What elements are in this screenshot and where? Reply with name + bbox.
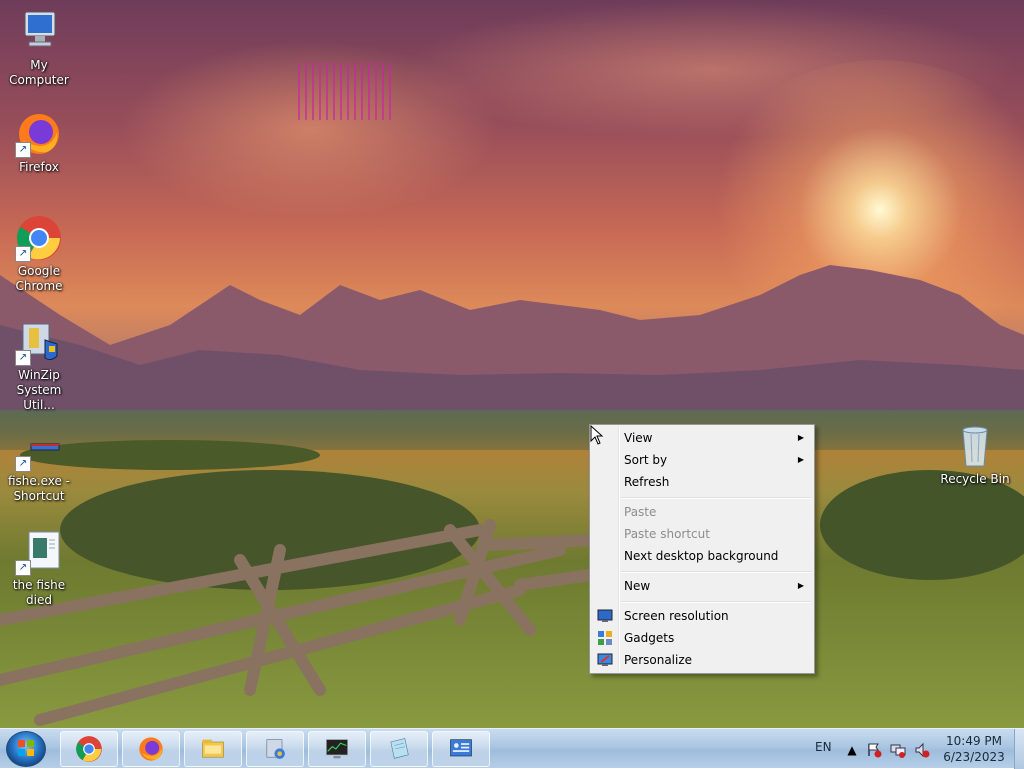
recycle-bin-icon <box>951 422 999 470</box>
menu-separator <box>621 497 811 499</box>
desktop-icon-winzip[interactable]: ↗ WinZip System Util... <box>1 318 77 413</box>
shortcut-arrow-icon: ↗ <box>15 142 31 158</box>
submenu-arrow-icon: ▶ <box>797 433 804 442</box>
menu-item-new[interactable]: New ▶ <box>592 575 812 597</box>
network-icon[interactable] <box>890 742 906 758</box>
menu-item-label: Personalize <box>624 653 693 667</box>
desktop-icon-recycle-bin[interactable]: Recycle Bin <box>937 422 1013 487</box>
screen-artifact <box>298 62 394 120</box>
language-indicator[interactable]: EN <box>815 740 832 754</box>
task-manager-icon <box>326 739 348 759</box>
text-document-icon: ↗ <box>15 528 63 576</box>
chrome-icon: ↗ <box>15 214 63 262</box>
shortcut-arrow-icon: ↗ <box>15 246 31 262</box>
gadgets-icon <box>597 630 613 646</box>
menu-item-label: Paste <box>624 505 657 519</box>
notepad-icon <box>390 738 409 759</box>
menu-item-label: Refresh <box>624 475 670 489</box>
action-center-flag-icon[interactable] <box>866 742 882 758</box>
desktop-icon-label: Firefox <box>19 160 59 174</box>
file-explorer-icon <box>202 739 224 758</box>
menu-item-sort-by[interactable]: Sort by ▶ <box>592 449 812 471</box>
volume-muted-icon[interactable] <box>914 742 930 758</box>
taskbar-button-chrome[interactable] <box>60 731 118 767</box>
desktop-icon-the-fishe-died[interactable]: ↗ the fishe died <box>1 528 77 608</box>
desktop-icon-label: WinZip System Util... <box>16 368 62 412</box>
desktop-icon-google-chrome[interactable]: ↗ Google Chrome <box>1 214 77 294</box>
taskbar-button-control-panel[interactable] <box>246 731 304 767</box>
submenu-arrow-icon: ▶ <box>797 581 804 590</box>
chrome-icon <box>76 736 102 762</box>
menu-item-refresh[interactable]: Refresh <box>592 471 812 493</box>
menu-item-label: Paste shortcut <box>624 527 710 541</box>
desktop-icon-my-computer[interactable]: My Computer <box>1 8 77 88</box>
menu-item-label: Next desktop background <box>624 549 779 563</box>
windows-logo-icon <box>18 740 34 756</box>
menu-item-label: Gadgets <box>624 631 675 645</box>
taskbar-button-network-monitor[interactable] <box>432 731 490 767</box>
menu-item-screen-resolution[interactable]: Screen resolution <box>592 605 812 627</box>
desktop-icon-label: the fishe died <box>12 578 66 607</box>
desktop-icon-label: fishe.exe - Shortcut <box>7 474 71 503</box>
menu-item-next-desktop-background[interactable]: Next desktop background <box>592 545 812 567</box>
desktop-icon-label: Recycle Bin <box>940 472 1010 486</box>
clock-time: 10:49 PM <box>946 734 1002 748</box>
desktop-icon-firefox[interactable]: ↗ Firefox <box>1 110 77 175</box>
clock-date: 6/23/2023 <box>943 750 1005 764</box>
winzip-icon: ↗ <box>15 318 63 366</box>
menu-item-label: View <box>624 431 653 445</box>
start-button[interactable] <box>6 731 46 767</box>
desktop-icon-label: My Computer <box>9 58 69 87</box>
exe-icon: ↗ <box>15 424 63 472</box>
taskbar: EN ▲ 10:49 PM 6/23/2023 <box>0 728 1024 769</box>
control-panel-icon <box>266 739 285 759</box>
network-monitor-icon <box>450 739 472 757</box>
menu-separator <box>621 601 811 603</box>
desktop-background[interactable] <box>0 0 1024 728</box>
show-hidden-icons-icon[interactable]: ▲ <box>844 742 860 758</box>
menu-item-label: Sort by <box>624 453 668 467</box>
show-desktop-button[interactable] <box>1014 729 1024 769</box>
menu-item-paste: Paste <box>592 501 812 523</box>
shortcut-arrow-icon: ↗ <box>15 456 31 472</box>
screen-resolution-icon <box>597 608 613 624</box>
desktop-context-menu: View ▶ Sort by ▶ Refresh Paste Paste sho… <box>589 424 815 674</box>
taskbar-button-firefox[interactable] <box>122 731 180 767</box>
shortcut-arrow-icon: ↗ <box>15 560 31 576</box>
menu-item-view[interactable]: View ▶ <box>592 427 812 449</box>
taskbar-button-task-manager[interactable] <box>308 731 366 767</box>
wallpaper-mountains <box>0 265 1024 415</box>
desktop-icon-fishe-exe-shortcut[interactable]: ↗ fishe.exe - Shortcut <box>1 424 77 504</box>
menu-separator <box>621 571 811 573</box>
submenu-arrow-icon: ▶ <box>797 455 804 464</box>
desktop-icon-label: Google Chrome <box>15 264 63 293</box>
taskbar-button-notepad[interactable] <box>370 731 428 767</box>
mouse-cursor-icon <box>590 425 604 445</box>
firefox-icon: ↗ <box>15 110 63 158</box>
menu-item-paste-shortcut: Paste shortcut <box>592 523 812 545</box>
menu-item-personalize[interactable]: Personalize <box>592 649 812 671</box>
wallpaper-fence <box>0 519 596 726</box>
taskbar-button-file-explorer[interactable] <box>184 731 242 767</box>
menu-item-gadgets[interactable]: Gadgets <box>592 627 812 649</box>
personalize-icon <box>597 652 613 668</box>
shortcut-arrow-icon: ↗ <box>15 350 31 366</box>
system-clock[interactable]: 10:49 PM 6/23/2023 <box>936 733 1012 765</box>
firefox-icon <box>139 737 163 761</box>
computer-icon <box>15 8 63 56</box>
menu-item-label: Screen resolution <box>624 609 729 623</box>
menu-item-label: New <box>624 579 651 593</box>
